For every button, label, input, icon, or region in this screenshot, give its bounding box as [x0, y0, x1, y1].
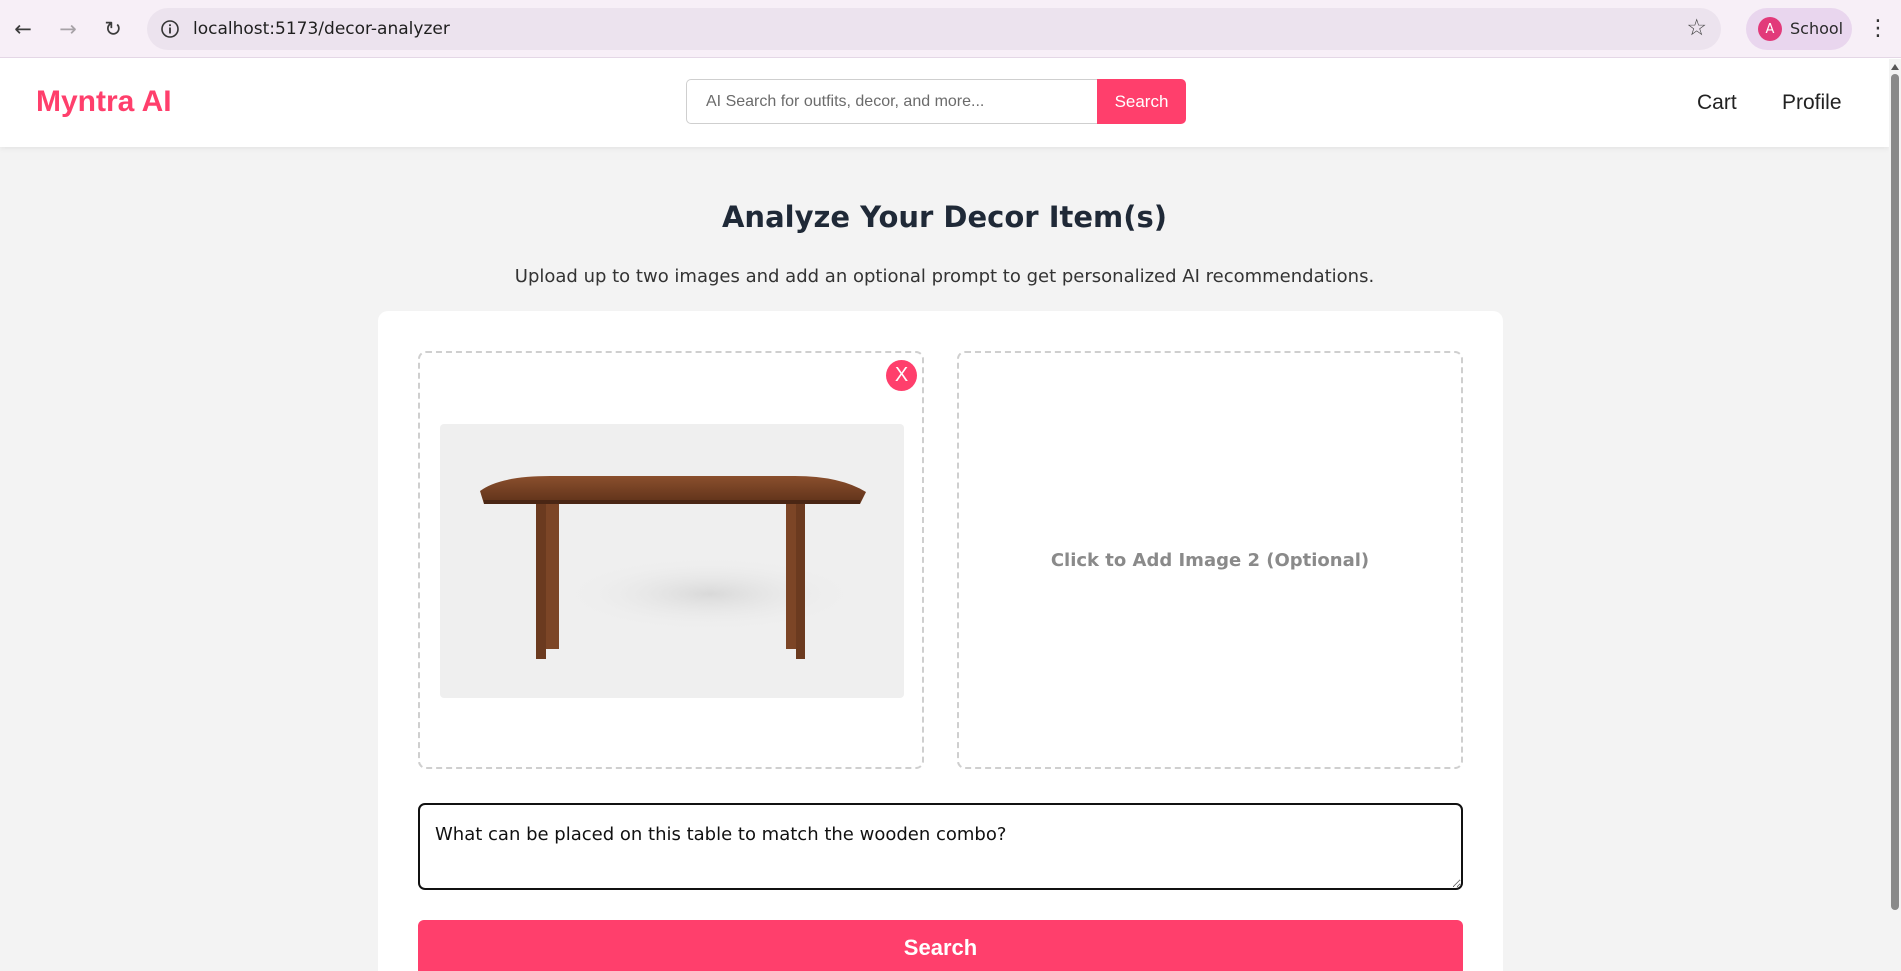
nav-link-profile[interactable]: Profile: [1782, 91, 1842, 115]
scrollbar-thumb[interactable]: [1891, 74, 1899, 910]
bookmark-star-icon[interactable]: ☆: [1686, 15, 1707, 41]
uploaded-image-preview: [440, 424, 904, 698]
add-image-label: Click to Add Image 2 (Optional): [1050, 549, 1370, 571]
browser-profile-button[interactable]: A School: [1746, 8, 1852, 50]
address-bar[interactable]: localhost:5173/decor-analyzer ☆: [147, 8, 1721, 50]
image-upload-slot-2[interactable]: Click to Add Image 2 (Optional): [957, 351, 1463, 769]
header-search-button[interactable]: Search: [1097, 79, 1186, 124]
remove-image-button[interactable]: X: [886, 360, 917, 391]
profile-name: School: [1790, 19, 1844, 38]
url-text: localhost:5173/decor-analyzer: [193, 19, 450, 39]
page-title: Analyze Your Decor Item(s): [721, 200, 1167, 234]
nav-link-cart[interactable]: Cart: [1697, 91, 1737, 115]
avatar: A: [1758, 17, 1782, 41]
browser-toolbar: ← → ↻ localhost:5173/decor-analyzer ☆ A …: [0, 0, 1901, 58]
analyzer-card: X Click to Add Image 2 (Optional) What c…: [378, 311, 1503, 971]
wooden-table-image: [480, 476, 866, 659]
reload-icon[interactable]: ↻: [95, 12, 131, 46]
site-info-icon[interactable]: [158, 17, 182, 41]
app-header: Myntra AI Search Cart Profile: [0, 59, 1889, 147]
search-input[interactable]: [686, 79, 1098, 124]
page-subtitle: Upload up to two images and add an optio…: [514, 266, 1375, 287]
brand-logo[interactable]: Myntra AI: [36, 85, 172, 119]
analyze-search-button[interactable]: Search: [418, 920, 1463, 971]
kebab-menu-icon[interactable]: ⋮: [1866, 10, 1890, 46]
page-viewport: Myntra AI Search Cart Profile Analyze Yo…: [0, 59, 1889, 971]
scroll-up-arrow-icon[interactable]: [1891, 64, 1899, 70]
back-arrow-icon[interactable]: ←: [5, 12, 41, 46]
search-bar: Search: [686, 79, 1186, 124]
image-upload-slot-1[interactable]: X: [418, 351, 924, 769]
prompt-textarea[interactable]: What can be placed on this table to matc…: [418, 803, 1463, 890]
forward-arrow-icon[interactable]: →: [50, 12, 86, 46]
